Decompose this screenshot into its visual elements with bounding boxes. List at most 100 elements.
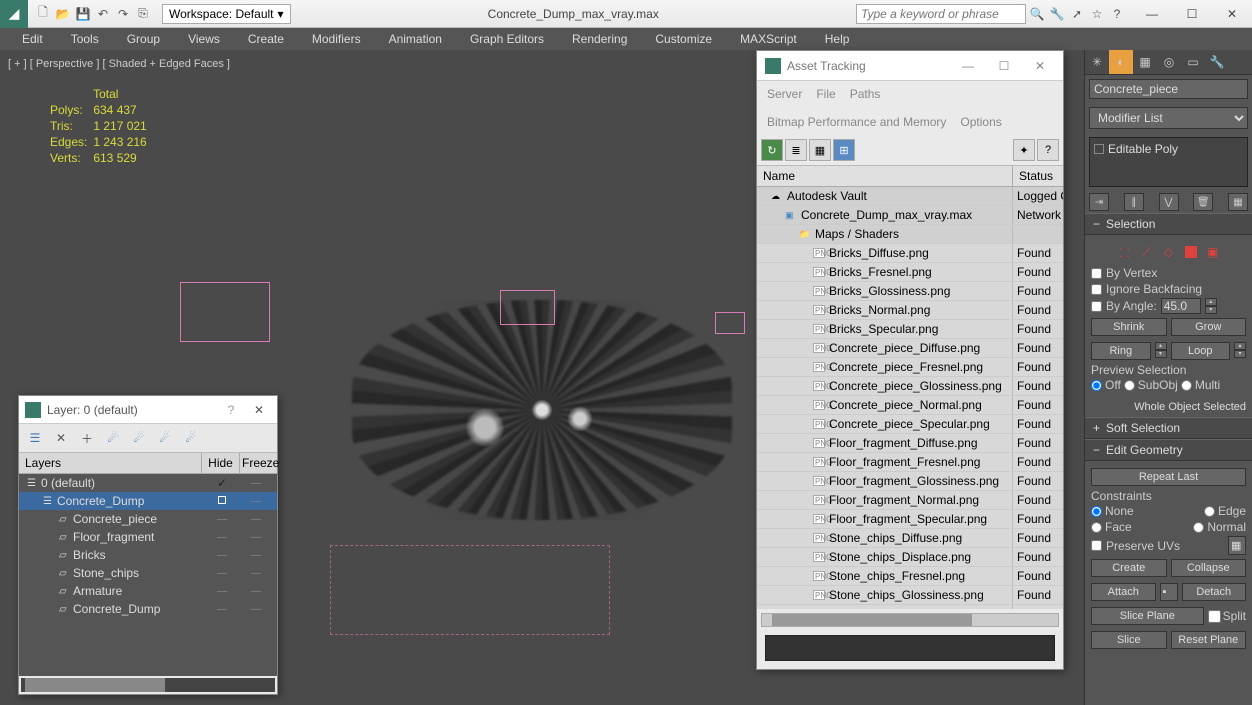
asset-menu-item[interactable]: Paths — [850, 87, 881, 101]
layer-row[interactable]: ▱Bricks—— — [19, 546, 277, 564]
search-icon[interactable]: 🔍 — [1028, 5, 1046, 23]
thumb-view-icon[interactable]: ▦ — [809, 139, 831, 161]
slice-plane-button[interactable]: Slice Plane — [1091, 607, 1204, 625]
asset-row[interactable]: PNGStone_chips_Fresnel.pngFound — [757, 567, 1063, 586]
menu-graph-editors[interactable]: Graph Editors — [456, 29, 558, 49]
layer-row[interactable]: ☰0 (default)✓— — [19, 474, 277, 492]
reset-plane-button[interactable]: Reset Plane — [1171, 631, 1247, 649]
menu-create[interactable]: Create — [234, 29, 298, 49]
asset-row[interactable]: PNGConcrete_piece_Glossiness.pngFound — [757, 377, 1063, 396]
scrollbar-thumb[interactable] — [25, 678, 165, 692]
rollout-edit-geometry-header[interactable]: −Edit Geometry — [1085, 439, 1252, 461]
repeat-last-button[interactable]: Repeat Last — [1091, 468, 1246, 486]
grow-button[interactable]: Grow — [1171, 318, 1247, 336]
open-file-icon[interactable]: 📂 — [54, 5, 72, 23]
horizontal-scrollbar[interactable] — [761, 613, 1059, 627]
layer-row[interactable]: ▱Stone_chips—— — [19, 564, 277, 582]
save-file-icon[interactable]: 💾 — [74, 5, 92, 23]
asset-menu-item[interactable]: Bitmap Performance and Memory — [767, 115, 946, 129]
tool-icon[interactable]: 🔧 — [1048, 5, 1066, 23]
asset-row[interactable]: PNGBricks_Normal.pngFound — [757, 301, 1063, 320]
column-status[interactable]: Status — [1013, 166, 1063, 186]
layer-panel-titlebar[interactable]: Layer: 0 (default) ? ✕ — [19, 396, 277, 424]
preview-multi-radio[interactable] — [1181, 380, 1192, 391]
menu-rendering[interactable]: Rendering — [558, 29, 641, 49]
layer-list[interactable]: ☰0 (default)✓—☰Concrete_Dump—▱Concrete_p… — [19, 474, 277, 676]
border-level-icon[interactable]: ◇ — [1160, 243, 1178, 261]
attach-list-button[interactable]: ▪ — [1160, 583, 1178, 601]
layer-row[interactable]: ▱Concrete_piece—— — [19, 510, 277, 528]
preview-off-radio[interactable] — [1091, 380, 1102, 391]
menu-views[interactable]: Views — [174, 29, 234, 49]
show-end-result-icon[interactable]: ∥ — [1124, 193, 1144, 211]
asset-menu-item[interactable]: Options — [960, 115, 1001, 129]
make-unique-icon[interactable]: ⋁ — [1159, 193, 1179, 211]
star-icon[interactable]: ☆ — [1088, 5, 1106, 23]
undo-icon[interactable]: ↶ — [94, 5, 112, 23]
rollout-selection-header[interactable]: −Selection — [1085, 213, 1252, 235]
asset-row[interactable]: 📁Maps / Shaders — [757, 225, 1063, 244]
layer-row[interactable]: ▱Floor_fragment—— — [19, 528, 277, 546]
asset-row[interactable]: PNGConcrete_piece_Diffuse.pngFound — [757, 339, 1063, 358]
object-name-input[interactable] — [1089, 79, 1248, 99]
scrollbar-thumb[interactable] — [772, 614, 972, 626]
create-tab-icon[interactable]: ✳ — [1085, 50, 1109, 74]
constraint-face-radio[interactable] — [1091, 522, 1102, 533]
shrink-button[interactable]: Shrink — [1091, 318, 1167, 336]
asset-row[interactable]: ☁Autodesk VaultLogged O — [757, 187, 1063, 206]
asset-row[interactable]: PNGBricks_Glossiness.pngFound — [757, 282, 1063, 301]
asset-row[interactable]: PNGConcrete_piece_Fresnel.pngFound — [757, 358, 1063, 377]
add-layer-icon[interactable]: ＋ — [77, 428, 97, 448]
asset-row[interactable]: PNGStone_chips_Glossiness.pngFound — [757, 586, 1063, 605]
menu-tools[interactable]: Tools — [57, 29, 113, 49]
constraint-edge-radio[interactable] — [1204, 506, 1215, 517]
configure-sets-icon[interactable]: ▦ — [1228, 193, 1248, 211]
asset-row[interactable]: PNGBricks_Fresnel.pngFound — [757, 263, 1063, 282]
constraint-normal-radio[interactable] — [1193, 522, 1204, 533]
detach-button[interactable]: Detach — [1182, 583, 1247, 601]
delete-layer-icon[interactable]: ✕ — [51, 428, 71, 448]
menu-customize[interactable]: Customize — [641, 29, 726, 49]
motion-tab-icon[interactable]: ◎ — [1157, 50, 1181, 74]
minimize-button[interactable]: — — [953, 59, 983, 73]
constraint-none-radio[interactable] — [1091, 506, 1102, 517]
help-icon[interactable]: ? — [221, 403, 241, 417]
maximize-button[interactable]: ☐ — [1172, 0, 1212, 28]
loop-button[interactable]: Loop — [1171, 342, 1231, 360]
modifier-eye-icon[interactable] — [1094, 144, 1104, 154]
menu-animation[interactable]: Animation — [375, 29, 456, 49]
help-icon[interactable]: ? — [1108, 5, 1126, 23]
share-icon[interactable]: ➚ — [1068, 5, 1086, 23]
menu-maxscript[interactable]: MAXScript — [726, 29, 811, 49]
menu-group[interactable]: Group — [113, 29, 174, 49]
column-name[interactable]: Name — [757, 166, 1013, 186]
hierarchy-tab-icon[interactable]: ▦ — [1133, 50, 1157, 74]
asset-row[interactable]: PNGFloor_fragment_Specular.pngFound — [757, 510, 1063, 529]
column-layers[interactable]: Layers — [19, 453, 201, 473]
slice-button[interactable]: Slice — [1091, 631, 1167, 649]
maximize-button[interactable]: ☐ — [989, 59, 1019, 73]
close-button[interactable]: ✕ — [1025, 59, 1055, 73]
redo-icon[interactable]: ↷ — [114, 5, 132, 23]
asset-row[interactable]: PNGBricks_Diffuse.pngFound — [757, 244, 1063, 263]
list-view-icon[interactable]: ≣ — [785, 139, 807, 161]
help-icon[interactable]: ? — [1037, 139, 1059, 161]
asset-row[interactable]: PNGStone_chips_Displace.pngFound — [757, 548, 1063, 567]
modifier-stack[interactable]: Editable Poly — [1089, 137, 1248, 187]
modify-tab-icon[interactable]: ◐ — [1109, 50, 1133, 74]
asset-row[interactable]: PNGFloor_fragment_Glossiness.pngFound — [757, 472, 1063, 491]
by-angle-input[interactable] — [1161, 298, 1201, 314]
asset-row[interactable]: PNGFloor_fragment_Normal.pngFound — [757, 491, 1063, 510]
column-hide[interactable]: Hide — [201, 453, 239, 473]
menu-modifiers[interactable]: Modifiers — [298, 29, 375, 49]
polygon-level-icon[interactable] — [1182, 243, 1200, 261]
asset-menu-item[interactable]: File — [816, 87, 835, 101]
layer-action-icon[interactable]: ☄ — [129, 428, 149, 448]
horizontal-scrollbar[interactable] — [21, 678, 275, 692]
remove-modifier-icon[interactable]: 🗑 — [1193, 193, 1213, 211]
layer-action-icon[interactable]: ☄ — [181, 428, 201, 448]
rollout-soft-selection-header[interactable]: +Soft Selection — [1085, 417, 1252, 439]
utilities-tab-icon[interactable]: 🔧 — [1205, 50, 1229, 74]
asset-tracking-titlebar[interactable]: Asset Tracking — ☐ ✕ — [757, 51, 1063, 81]
modifier-list-select[interactable]: Modifier List — [1089, 107, 1248, 129]
